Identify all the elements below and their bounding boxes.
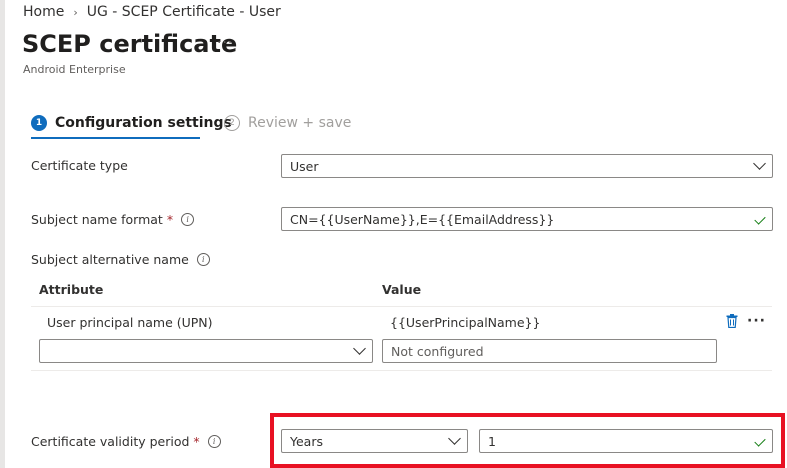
row-value: {{UserPrincipalName}}	[390, 315, 541, 330]
row-more-icon[interactable]: ···	[747, 313, 766, 329]
validity-period-label-text: Certificate validity period	[31, 434, 190, 449]
checkmark-icon	[754, 213, 766, 225]
new-value-input[interactable]: Not configured	[382, 339, 717, 363]
table-divider	[31, 306, 772, 307]
chevron-down-icon	[753, 157, 766, 170]
active-step-underline	[31, 137, 200, 139]
more-icon[interactable]: ···	[217, 35, 233, 51]
step-label: Configuration settings	[55, 115, 232, 131]
breadcrumb-current[interactable]: UG - SCEP Certificate - User	[87, 4, 281, 20]
chevron-down-icon	[353, 342, 366, 355]
step-number-2: 2	[224, 115, 240, 131]
subject-alt-name-label-text: Subject alternative name	[31, 252, 189, 267]
tab-review-save[interactable]: 2 Review + save	[224, 115, 351, 131]
certificate-type-label: Certificate type	[31, 158, 128, 173]
required-marker: *	[193, 434, 200, 449]
info-icon[interactable]: i	[207, 435, 221, 448]
subject-name-format-label: Subject name format * i	[31, 212, 195, 227]
left-rail	[0, 0, 5, 468]
step-number-1: 1	[31, 115, 47, 131]
breadcrumb-home[interactable]: Home	[23, 4, 64, 20]
highlight-box	[270, 413, 785, 468]
required-marker: *	[166, 212, 174, 227]
table-divider	[31, 370, 772, 371]
certificate-type-label-text: Certificate type	[31, 158, 128, 173]
tab-configuration-settings[interactable]: 1 Configuration settings	[31, 115, 232, 131]
step-label: Review + save	[248, 115, 352, 131]
trash-icon[interactable]	[726, 314, 738, 328]
breadcrumb-separator-icon: ›	[73, 5, 78, 19]
subject-name-format-label-text: Subject name format	[31, 212, 163, 227]
subject-name-format-value: CN={{UserName}},E={{EmailAddress}}	[290, 211, 555, 227]
row-attribute: User principal name (UPN)	[47, 315, 213, 330]
certificate-type-dropdown[interactable]: User	[281, 154, 773, 178]
info-icon[interactable]: i	[196, 253, 210, 266]
breadcrumb: Home › UG - SCEP Certificate - User	[23, 4, 281, 20]
column-header-value: Value	[382, 282, 422, 297]
subject-alt-name-label: Subject alternative name i	[31, 252, 210, 267]
page-subtitle: Android Enterprise	[23, 63, 126, 76]
new-attribute-dropdown[interactable]	[39, 339, 373, 363]
column-header-attribute: Attribute	[39, 282, 104, 297]
info-icon[interactable]: i	[181, 213, 195, 226]
new-value-placeholder: Not configured	[391, 343, 484, 359]
page-title: SCEP certificate	[22, 30, 238, 58]
validity-period-label: Certificate validity period * i	[31, 434, 221, 449]
subject-name-format-input[interactable]: CN={{UserName}},E={{EmailAddress}}	[281, 207, 773, 231]
certificate-type-value: User	[290, 158, 319, 174]
